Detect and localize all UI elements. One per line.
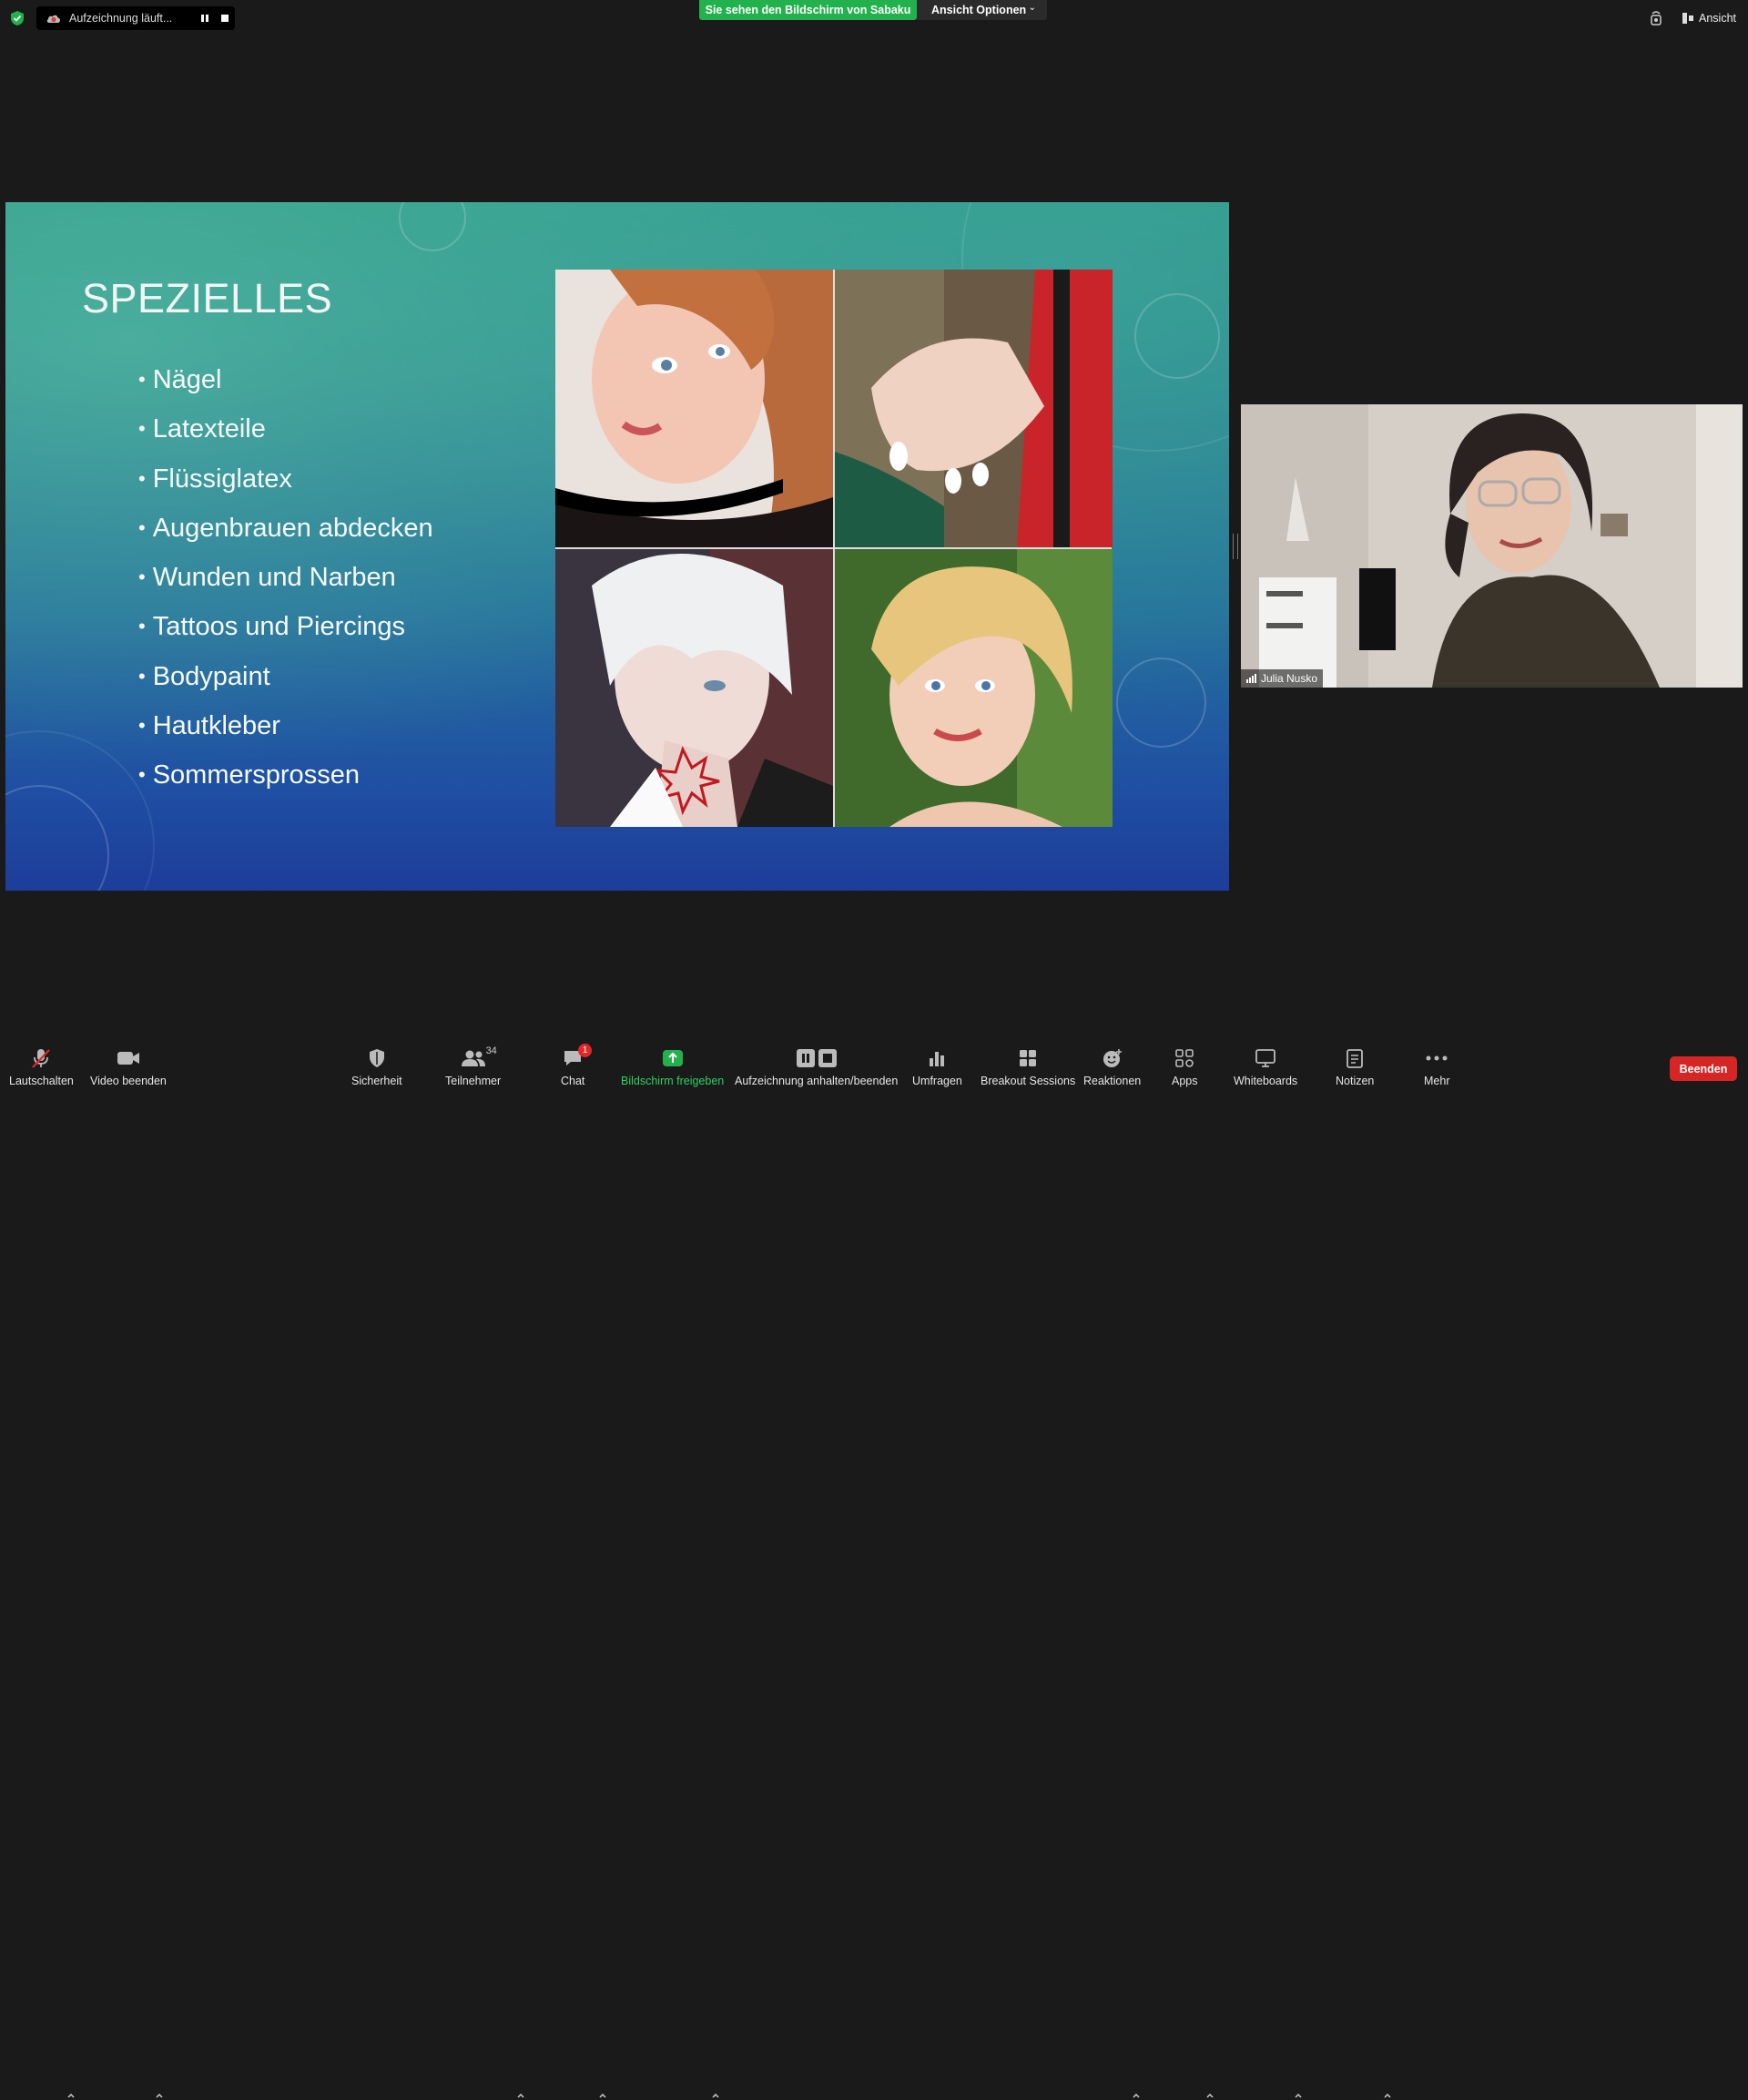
more-dots-icon: [1426, 1055, 1448, 1061]
photo-freckles-portrait: [555, 270, 833, 547]
stop-video-label: Video beenden: [90, 1075, 167, 1087]
stop-recording-button[interactable]: [215, 8, 235, 28]
participant-video-tile[interactable]: Julia Nusko: [1241, 404, 1743, 688]
slide-bullet: • Sommersprossen: [138, 760, 360, 790]
meeting-toolbar: Lautschalten Video beenden Sicherheit 34…: [0, 1038, 1748, 2098]
photo-neck-tattoo: [555, 549, 833, 827]
apps-icon: [1175, 1049, 1194, 1067]
whiteboards-button[interactable]: Whiteboards: [1234, 1047, 1297, 1089]
notes-button[interactable]: Notizen: [1336, 1047, 1374, 1089]
unmute-label: Lautschalten: [9, 1075, 74, 1087]
breakout-grid-icon: [1020, 1050, 1037, 1066]
viewing-screen-banner: Sie sehen den Bildschirm von Sabaku: [699, 0, 917, 20]
participant-name-label: Julia Nusko: [1241, 669, 1324, 688]
pause-recording-button[interactable]: [195, 8, 215, 28]
view-options-label: Ansicht Optionen: [931, 4, 1027, 16]
notes-icon: [1347, 1049, 1364, 1068]
photo-hands-nails: [835, 270, 1113, 547]
cloud-recording-icon: [46, 15, 61, 23]
more-label: Mehr: [1424, 1075, 1450, 1087]
breakout-sessions-label: Breakout Sessions: [981, 1075, 1076, 1087]
more-button[interactable]: Mehr: [1424, 1047, 1449, 1089]
shield-icon: [369, 1049, 384, 1067]
participants-icon: [461, 1050, 485, 1066]
chevron-up-icon[interactable]: [516, 2091, 525, 2100]
slide-bullet: • Wunden und Narben: [138, 563, 396, 593]
slide-title: SPEZIELLES: [82, 275, 333, 321]
view-options-dropdown[interactable]: Ansicht Optionen ⌄: [917, 0, 1047, 20]
chevron-up-icon[interactable]: [155, 2091, 164, 2100]
chevron-up-icon[interactable]: [1383, 2091, 1392, 2100]
reactions-label: Reaktionen: [1083, 1075, 1142, 1087]
whiteboard-icon: [1255, 1049, 1275, 1067]
recording-status-text: Aufzeichnung läuft...: [69, 12, 173, 25]
polls-button[interactable]: Umfragen: [912, 1047, 962, 1089]
emoji-smile-icon: [1103, 1049, 1122, 1067]
breakout-sessions-button[interactable]: Breakout Sessions: [981, 1047, 1075, 1089]
chevron-up-icon[interactable]: [598, 2091, 607, 2100]
end-meeting-button[interactable]: Beenden: [1670, 1056, 1737, 1081]
slide-bullet: • Tattoos und Piercings: [138, 612, 405, 642]
photo-blonde-elf: [835, 549, 1113, 827]
pause-icon: [201, 15, 208, 22]
microphone-muted-icon: [32, 1049, 51, 1068]
splitter-handle[interactable]: [1233, 534, 1238, 559]
grid-view-icon: [1682, 13, 1693, 24]
chevron-up-icon[interactable]: [66, 2091, 76, 2100]
shared-screen-slide: SPEZIELLES • Nägel • Latexteile • Flüssigla…: [5, 202, 1229, 891]
pause-stop-recording-label: Aufzeichnung anhalten/beenden: [735, 1075, 899, 1087]
whiteboards-label: Whiteboards: [1234, 1075, 1298, 1087]
unmute-button[interactable]: Lautschalten: [9, 1047, 74, 1089]
polls-label: Umfragen: [912, 1075, 962, 1087]
notes-label: Notizen: [1336, 1075, 1375, 1087]
chevron-up-icon[interactable]: [711, 2091, 720, 2100]
decor-circle: [5, 730, 155, 891]
decor-circle: [1116, 658, 1206, 748]
share-screen-button[interactable]: Bildschirm freigeben: [621, 1047, 724, 1089]
slide-bullet: • Augenbrauen abdecken: [138, 513, 433, 543]
chat-unread-badge: 1: [578, 1044, 593, 1057]
slide-photo-grid: [555, 270, 1113, 827]
participants-count: 34: [485, 1045, 497, 1056]
chevron-up-icon[interactable]: [1205, 2091, 1214, 2100]
slide-bullet: • Flüssiglatex: [138, 464, 292, 494]
slide-bullet: • Nägel: [138, 365, 222, 394]
pause-stop-recording-button[interactable]: Aufzeichnung anhalten/beenden: [735, 1047, 898, 1089]
poll-bars-icon: [930, 1052, 945, 1066]
slide-bullet: • Bodypaint: [138, 661, 270, 691]
chevron-up-icon[interactable]: [1132, 2091, 1141, 2100]
security-label: Sicherheit: [351, 1075, 402, 1087]
participants-button[interactable]: 34 Teilnehmer: [445, 1045, 502, 1089]
immersive-view-icon[interactable]: [1649, 9, 1663, 27]
stop-video-button[interactable]: Video beenden: [90, 1047, 167, 1089]
view-button[interactable]: Ansicht: [1682, 9, 1736, 27]
participants-label: Teilnehmer: [445, 1075, 502, 1087]
apps-button[interactable]: Apps: [1172, 1047, 1198, 1089]
chat-button[interactable]: 1 Chat: [561, 1044, 593, 1089]
share-screen-arrow-icon: [662, 1050, 683, 1066]
reactions-button[interactable]: Reaktionen: [1083, 1047, 1141, 1089]
pause-stop-recording-icon: [796, 1049, 837, 1067]
slide-bullet: • Hautkleber: [138, 711, 280, 741]
apps-label: Apps: [1172, 1075, 1198, 1087]
participant-name: Julia Nusko: [1261, 672, 1318, 685]
share-screen-label: Bildschirm freigeben: [621, 1075, 725, 1087]
slide-bullet: • Latexteile: [138, 414, 266, 444]
recording-indicator: Aufzeichnung läuft...: [36, 6, 235, 30]
stop-icon: [221, 15, 229, 22]
slide-bullet-list: • Nägel • Latexteile • Flüssiglatex • Augenb…: [138, 364, 433, 810]
participant-video-feed: [1241, 404, 1743, 688]
security-shield-icon: [11, 11, 24, 25]
chat-label: Chat: [561, 1075, 585, 1087]
view-label: Ansicht: [1699, 12, 1736, 25]
chevron-up-icon[interactable]: [1294, 2091, 1303, 2100]
security-button[interactable]: Sicherheit: [351, 1047, 402, 1089]
video-camera-icon: [117, 1052, 139, 1065]
signal-strength-icon: [1246, 674, 1256, 683]
decor-circle: [399, 202, 466, 251]
chevron-down-icon: ⌄: [1028, 3, 1036, 13]
